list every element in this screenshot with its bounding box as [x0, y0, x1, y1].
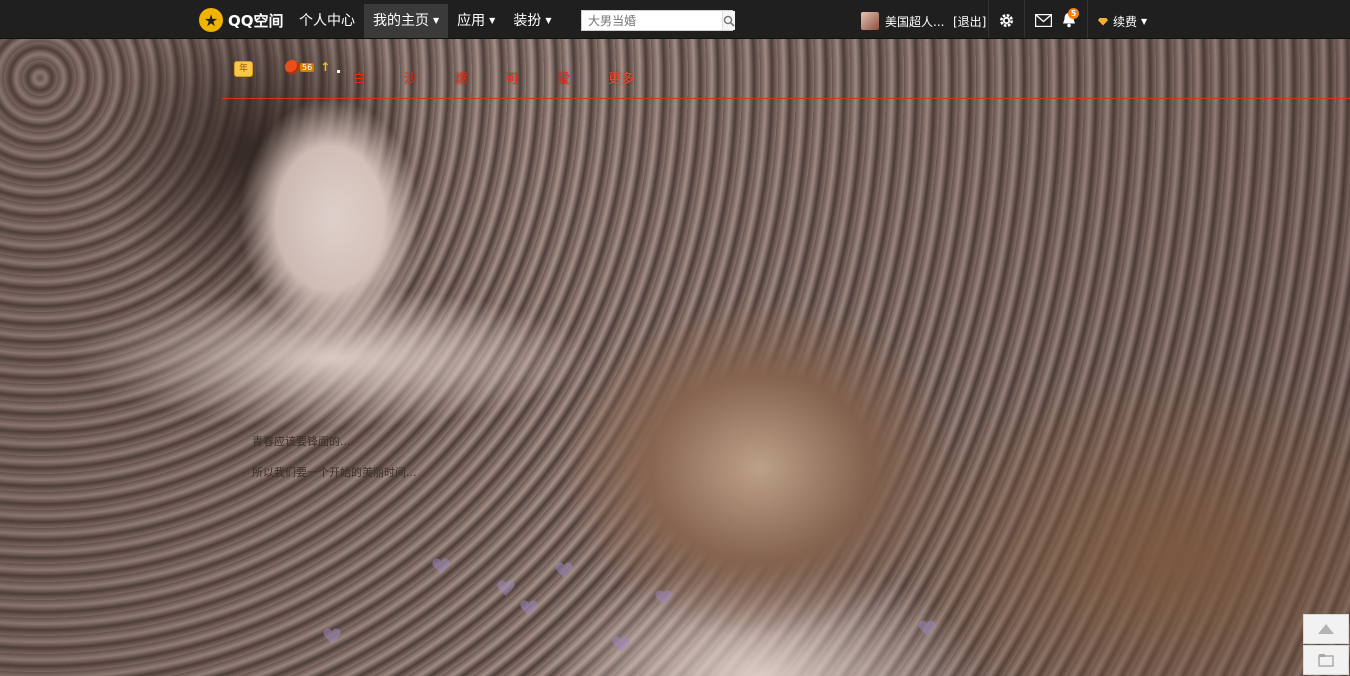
feedback-icon — [1318, 654, 1334, 667]
back-to-top-button[interactable] — [1303, 614, 1349, 644]
feedback-button[interactable] — [1303, 645, 1349, 675]
arrow-up-icon — [1318, 624, 1334, 634]
logout-link[interactable]: [退出] — [953, 13, 986, 30]
space-level[interactable]: 56 ↑ — [285, 60, 330, 74]
menu-item[interactable]: 可 — [506, 68, 519, 87]
post-text[interactable]: 所以我们要一个开始的美丽时间... — [252, 464, 417, 480]
search-button[interactable] — [722, 11, 735, 30]
nav-my-homepage[interactable]: 我的主页 ▼ — [364, 4, 449, 38]
nav-label: 应用 — [457, 13, 486, 29]
post-text[interactable]: 青春应该要锋面的... — [252, 433, 351, 449]
menu-underline — [222, 98, 1350, 99]
menu-more[interactable]: 更多 — [608, 68, 634, 87]
search-input[interactable] — [582, 11, 722, 30]
mail-icon — [1034, 13, 1052, 27]
chevron-down-icon: ▼ — [545, 16, 552, 25]
separator-dot — [337, 70, 340, 73]
menu-item[interactable]: 爆 — [455, 68, 468, 87]
menu-item[interactable]: 白 — [353, 68, 366, 87]
top-bar: ★ QQ空间 个人中心 我的主页▼ 应用▼ 装扮▼ 美国超人... [退出] — [0, 0, 1350, 39]
chevron-down-icon: ▼ — [1141, 17, 1148, 26]
nav-label: 装扮 — [513, 13, 542, 29]
gear-icon — [999, 13, 1013, 27]
search-box — [581, 10, 735, 31]
menu-item[interactable]: 沙 — [404, 68, 417, 87]
renew-label: 续费 — [1113, 15, 1138, 29]
divider — [1087, 0, 1088, 38]
logo-text: QQ空间 — [228, 11, 284, 30]
space-menu: 白 沙 爆 可 爱 更多 — [353, 68, 634, 87]
user-info[interactable]: 美国超人... — [861, 11, 944, 31]
divider — [988, 0, 989, 38]
nav-label: 个人中心 — [299, 13, 355, 29]
chevron-down-icon: ▼ — [489, 16, 496, 25]
search-icon — [723, 15, 735, 27]
avatar[interactable] — [861, 12, 879, 30]
qzone-star-icon: ★ — [199, 8, 223, 32]
main-nav: 个人中心 我的主页 ▼ 应用 ▼ 装扮 ▼ — [290, 4, 560, 38]
profile-badges: 年 — [234, 60, 254, 78]
nav-decorate[interactable]: 装扮 ▼ — [504, 4, 560, 38]
background-shade — [0, 38, 1350, 676]
diamond-icon — [1098, 17, 1108, 26]
qzone-logo[interactable]: ★ QQ空间 — [199, 8, 284, 32]
nav-personal-center[interactable]: 个人中心 — [290, 4, 364, 38]
level-icon — [285, 60, 299, 74]
chevron-down-icon: ▼ — [433, 16, 440, 25]
nav-apps[interactable]: 应用 ▼ — [448, 4, 504, 38]
divider — [1024, 0, 1025, 38]
nav-label: 我的主页 — [373, 13, 429, 29]
level-up-icon: ↑ — [320, 60, 331, 74]
year-badge[interactable]: 年 — [234, 61, 254, 77]
menu-item[interactable]: 爱 — [557, 68, 570, 87]
notification-badge: 5 — [1068, 8, 1079, 19]
mail-button[interactable] — [1034, 11, 1052, 29]
user-name[interactable]: 美国超人... — [885, 13, 944, 30]
level-number: 56 — [300, 62, 315, 72]
renew-button[interactable]: 续费 ▼ — [1098, 13, 1147, 30]
settings-button[interactable] — [997, 11, 1015, 29]
